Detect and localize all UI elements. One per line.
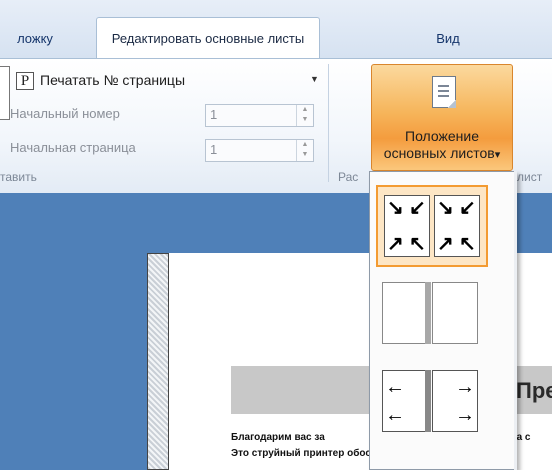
group-label-insert: тавить — [0, 170, 37, 184]
right-page-icon: ↘ ↙ ↗ ↖ — [434, 195, 480, 257]
document-icon — [432, 76, 456, 108]
start-page-stepper[interactable]: 1 ▲ ▼ — [205, 139, 314, 162]
right-page-icon: → → — [432, 370, 478, 432]
arrow-up-right-icon: ↗ — [387, 233, 404, 255]
tab-view[interactable]: Вид — [418, 19, 478, 57]
arrow-down-right-icon: ↘ — [437, 197, 454, 219]
start-page-value: 1 — [210, 142, 218, 157]
side-arrows-layout-option[interactable]: ← ← → → — [376, 362, 488, 444]
start-number-stepper[interactable]: 1 ▲ ▼ — [205, 104, 314, 127]
spine-icon — [425, 370, 431, 432]
start-page-label: Начальная страница — [10, 140, 136, 155]
print-page-number-label[interactable]: Печатать № страницы — [40, 72, 185, 88]
spin-down-icon[interactable]: ▼ — [297, 115, 313, 125]
plain-spread-layout-option[interactable] — [376, 274, 488, 356]
arrow-left-icon: ← — [385, 404, 405, 426]
page-margin-hatch — [147, 253, 169, 470]
corner-arrows-layout-option[interactable]: ↘ ↙ ↗ ↖ ↘ ↙ ↗ ↖ — [376, 185, 488, 267]
left-page-icon: ↘ ↙ ↗ ↖ — [384, 195, 430, 257]
group-label-layout: Рас — [338, 170, 359, 184]
dropdown-arrow-icon: ▾ — [494, 149, 501, 161]
group-separator — [328, 64, 329, 182]
tab-strip: ложку Редактировать основные листы Вид — [0, 0, 552, 59]
start-number-value: 1 — [210, 107, 218, 122]
body-text-line1: Благодарим вас за — [231, 432, 325, 443]
right-page-icon — [432, 282, 478, 344]
spin-up-icon[interactable]: ▲ — [297, 140, 313, 150]
spine-icon — [425, 282, 431, 344]
tab-edit-master-pages[interactable]: Редактировать основные листы — [96, 17, 320, 59]
arrow-down-left-icon: ↙ — [459, 197, 476, 219]
left-page-icon: ← ← — [382, 370, 428, 432]
position-button-label-text: основных листов — [383, 145, 495, 161]
arrow-down-right-icon: ↘ — [387, 197, 404, 219]
position-button-label-line1: Положение — [405, 128, 479, 144]
group-label-pages: лист — [517, 170, 543, 184]
spin-down-icon[interactable]: ▼ — [297, 150, 313, 160]
cut-off-control — [0, 66, 10, 120]
chevron-down-icon[interactable]: ▼ — [310, 74, 319, 84]
arrow-up-left-icon: ↖ — [459, 233, 476, 255]
arrow-up-right-icon: ↗ — [437, 233, 454, 255]
position-button-label-line2: основных листов▾ — [371, 145, 513, 161]
arrow-right-icon: → — [455, 376, 475, 398]
arrow-left-icon: ← — [385, 376, 405, 398]
left-page-icon — [382, 282, 428, 344]
document-title: Пре — [516, 378, 552, 403]
arrow-up-left-icon: ↖ — [409, 233, 426, 255]
tab-cover[interactable]: ложку — [0, 19, 70, 57]
start-number-label: Начальный номер — [10, 106, 120, 121]
spin-up-icon[interactable]: ▲ — [297, 105, 313, 115]
dropdown-scroll-edge — [514, 171, 517, 470]
arrow-down-left-icon: ↙ — [409, 197, 426, 219]
arrow-right-icon: → — [455, 404, 475, 426]
print-page-number-checkbox[interactable]: P — [16, 72, 34, 90]
